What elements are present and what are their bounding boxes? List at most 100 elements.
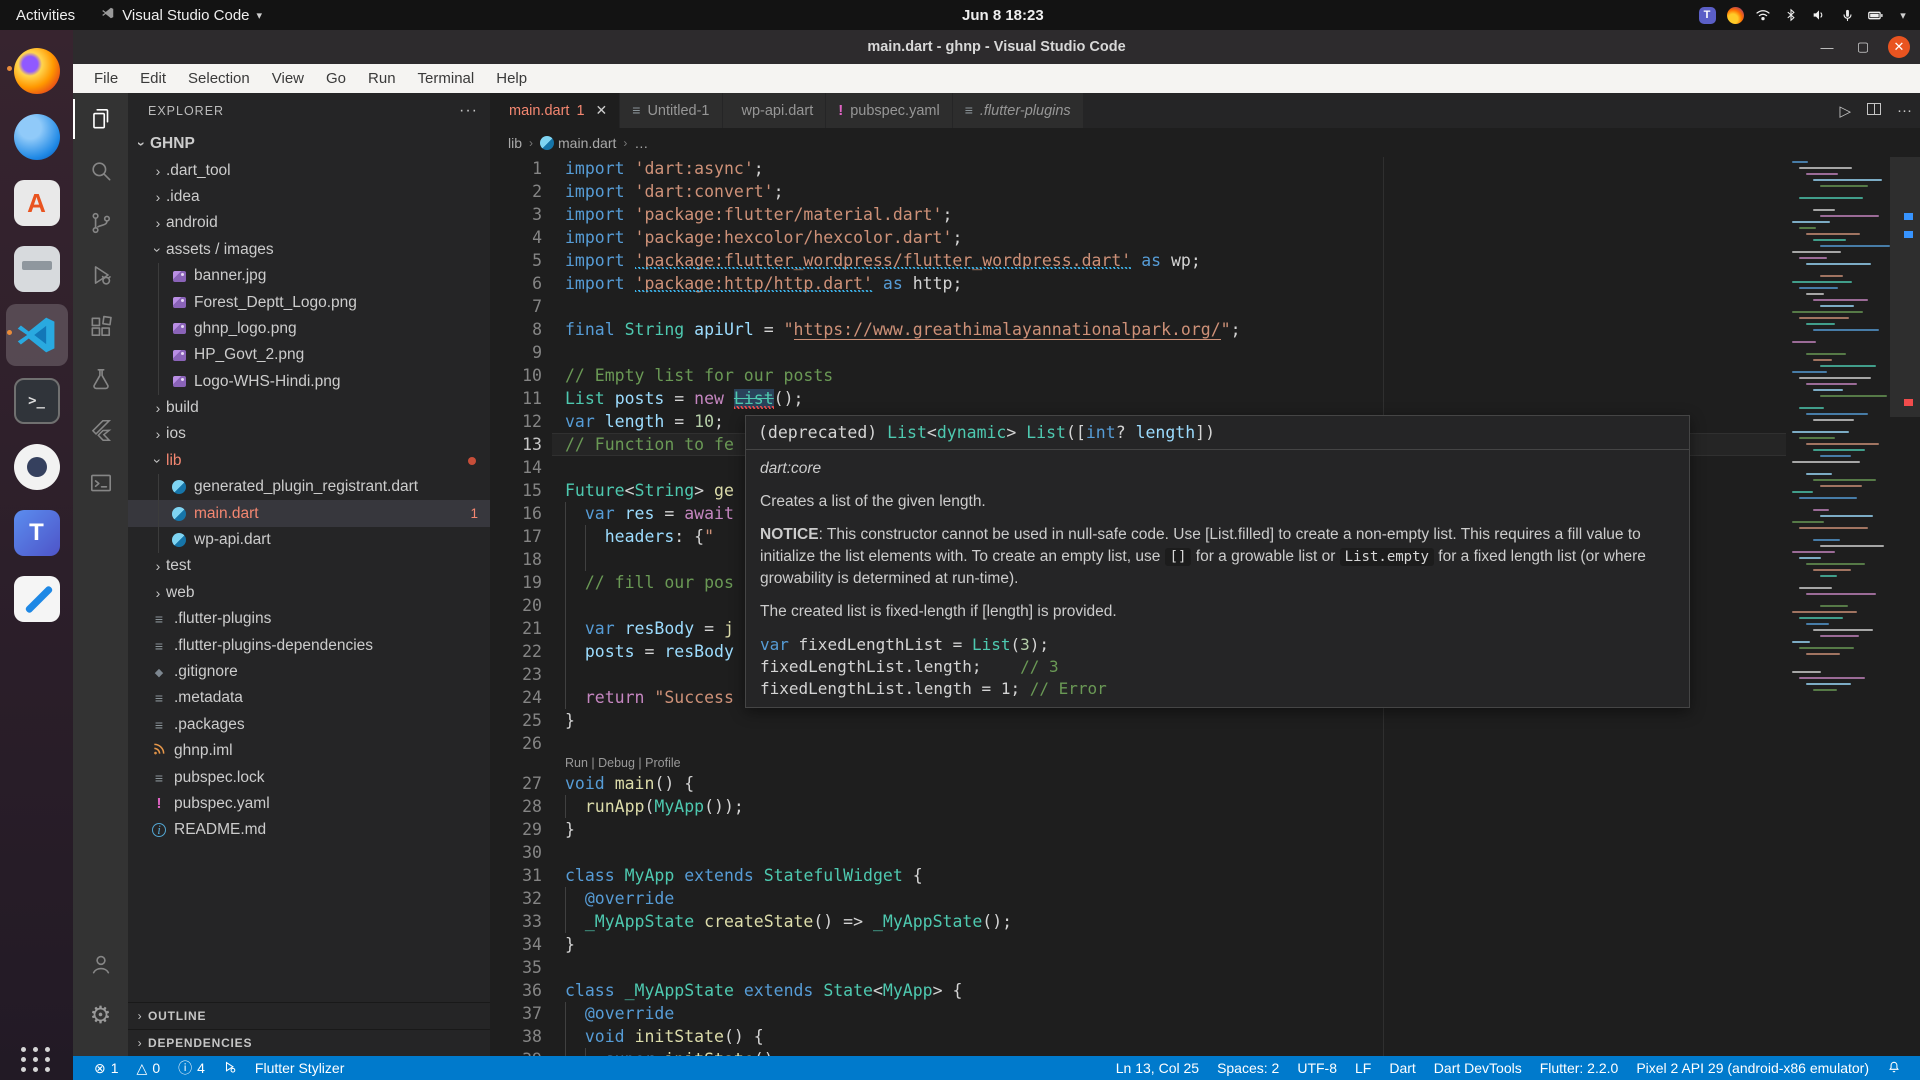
status-lf[interactable]: LF xyxy=(1346,1060,1380,1076)
vscode-dock-icon[interactable] xyxy=(6,304,68,366)
tab--flutter-plugins[interactable]: ≡.flutter-plugins xyxy=(953,93,1084,128)
menu-go[interactable]: Go xyxy=(315,70,357,87)
menu-view[interactable]: View xyxy=(261,70,315,87)
tab-wp-api-dart[interactable]: wp-api.dart xyxy=(723,93,827,128)
code-line-31[interactable]: 31class MyApp extends StatefulWidget { xyxy=(490,864,1920,887)
tree-item-ios[interactable]: ›ios xyxy=(128,421,490,447)
codelens-run-debug-profile[interactable]: Run | Debug | Profile xyxy=(490,755,1920,772)
tree-item--gitignore[interactable]: ◆.gitignore xyxy=(128,659,490,685)
tab-untitled-1[interactable]: ≡Untitled-1 xyxy=(620,93,722,128)
close-tab-icon[interactable]: ✕ xyxy=(596,102,608,119)
window-titlebar[interactable]: main.dart - ghnp - Visual Studio Code — … xyxy=(73,30,1920,64)
status-error[interactable]: ⊗1 xyxy=(85,1056,128,1080)
status-debug[interactable] xyxy=(214,1056,246,1080)
tree-item--flutter-plugins-dependencies[interactable]: ≡.flutter-plugins-dependencies xyxy=(128,632,490,658)
code-line-36[interactable]: 36class _MyAppState extends State<MyApp>… xyxy=(490,979,1920,1002)
tab-pubspec-yaml[interactable]: !pubspec.yaml xyxy=(826,93,952,128)
minimap[interactable] xyxy=(1788,157,1888,1056)
code-line-9[interactable]: 9 xyxy=(490,341,1920,364)
code-line-33[interactable]: 33 _MyAppState createState() => _MyAppSt… xyxy=(490,910,1920,933)
activities-button[interactable]: Activities xyxy=(0,0,91,30)
menu-selection[interactable]: Selection xyxy=(177,70,261,87)
tree-item-ghnp-logo-png[interactable]: ghnp_logo.png xyxy=(128,316,490,342)
status-flutter-2-2-0[interactable]: Flutter: 2.2.0 xyxy=(1531,1060,1628,1076)
tree-item-pubspec-yaml[interactable]: !pubspec.yaml xyxy=(128,791,490,817)
status-dart-devtools[interactable]: Dart DevTools xyxy=(1425,1060,1531,1076)
tree-item-ghnp-iml[interactable]: ghnp.iml xyxy=(128,738,490,764)
menu-terminal[interactable]: Terminal xyxy=(407,70,486,87)
status-flutter-stylizer[interactable]: Flutter Stylizer xyxy=(246,1056,353,1080)
tree-item-build[interactable]: ›build xyxy=(128,395,490,421)
code-line-8[interactable]: 8final String apiUrl = "https://www.grea… xyxy=(490,318,1920,341)
status-ln-13-col-25[interactable]: Ln 13, Col 25 xyxy=(1107,1060,1208,1076)
testing-icon[interactable] xyxy=(73,353,128,405)
flutter-icon[interactable] xyxy=(73,405,128,457)
code-line-2[interactable]: 2import 'dart:convert'; xyxy=(490,180,1920,203)
code-line-30[interactable]: 30 xyxy=(490,841,1920,864)
code-line-7[interactable]: 7 xyxy=(490,295,1920,318)
tree-item--packages[interactable]: ≡.packages xyxy=(128,712,490,738)
code-line-10[interactable]: 10// Empty list for our posts xyxy=(490,364,1920,387)
tree-item-pubspec-lock[interactable]: ≡pubspec.lock xyxy=(128,764,490,790)
run-icon[interactable]: ▷ xyxy=(1839,102,1851,120)
tree-item-android[interactable]: ›android xyxy=(128,210,490,236)
code-line-37[interactable]: 37 @override xyxy=(490,1002,1920,1025)
breadcrumb-item[interactable]: lib xyxy=(508,135,522,151)
chevron-down-icon[interactable]: ▾ xyxy=(1894,6,1912,24)
settings-icon[interactable]: ⚙ xyxy=(73,990,128,1042)
code-line-28[interactable]: 28 runApp(MyApp()); xyxy=(490,795,1920,818)
tree-item-web[interactable]: ›web xyxy=(128,580,490,606)
code-line-39[interactable]: 39 super.initState(); xyxy=(490,1048,1920,1056)
code-line-35[interactable]: 35 xyxy=(490,956,1920,979)
files-dock-icon[interactable] xyxy=(6,238,68,300)
code-line-11[interactable]: 11List posts = new List(); xyxy=(490,387,1920,410)
status-spaces-2[interactable]: Spaces: 2 xyxy=(1208,1060,1288,1076)
system-tray[interactable]: T▾ xyxy=(1698,0,1912,30)
more-actions-icon[interactable]: ··· xyxy=(1897,102,1912,119)
teams-dock-icon[interactable]: T xyxy=(6,502,68,564)
tree-item-readme-md[interactable]: iREADME.md xyxy=(128,817,490,843)
extensions-icon[interactable] xyxy=(73,301,128,353)
menu-help[interactable]: Help xyxy=(485,70,538,87)
status-bell-icon[interactable] xyxy=(1878,1060,1910,1077)
code-line-34[interactable]: 34} xyxy=(490,933,1920,956)
tree-root-ghnp[interactable]: ›GHNP xyxy=(128,131,490,157)
tree-item-wp-api-dart[interactable]: wp-api.dart xyxy=(128,527,490,553)
menu-run[interactable]: Run xyxy=(357,70,407,87)
tree-item--flutter-plugins[interactable]: ≡.flutter-plugins xyxy=(128,606,490,632)
menu-edit[interactable]: Edit xyxy=(129,70,177,87)
explorer-more-actions[interactable]: ··· xyxy=(459,102,478,120)
menu-file[interactable]: File xyxy=(83,70,129,87)
bluetooth-icon[interactable] xyxy=(1782,6,1800,24)
thunderbird-dock-icon[interactable] xyxy=(6,106,68,168)
teams-icon[interactable]: T xyxy=(1698,6,1716,24)
tree-item-test[interactable]: ›test xyxy=(128,553,490,579)
status-pixel-2-api-29-android-x86-emulator-[interactable]: Pixel 2 API 29 (android-x86 emulator) xyxy=(1627,1060,1878,1076)
terminal-dock-icon[interactable]: >_ xyxy=(6,370,68,432)
code-line-3[interactable]: 3import 'package:flutter/material.dart'; xyxy=(490,203,1920,226)
search-icon[interactable] xyxy=(73,145,128,197)
tree-item--idea[interactable]: ›.idea xyxy=(128,184,490,210)
firebase-icon[interactable] xyxy=(1726,6,1744,24)
code-line-27[interactable]: 27void main() { xyxy=(490,772,1920,795)
maximize-button[interactable]: ▢ xyxy=(1852,36,1874,58)
tree-item-forest-deptt-logo-png[interactable]: Forest_Deptt_Logo.png xyxy=(128,289,490,315)
section-outline[interactable]: ›OUTLINE xyxy=(128,1002,490,1029)
focused-app-menu[interactable]: Visual Studio Code ▾ xyxy=(91,6,272,24)
source-control-icon[interactable] xyxy=(73,197,128,249)
help-dock-icon[interactable] xyxy=(6,436,68,498)
tree-item-hp-govt-2-png[interactable]: HP_Govt_2.png xyxy=(128,342,490,368)
tree-item-assets-images[interactable]: ›assets / images xyxy=(128,237,490,263)
status-dart[interactable]: Dart xyxy=(1380,1060,1424,1076)
tree-item-lib[interactable]: ›lib xyxy=(128,448,490,474)
close-button[interactable]: ✕ xyxy=(1888,36,1910,58)
show-applications-icon[interactable] xyxy=(0,1047,73,1072)
account-icon[interactable] xyxy=(73,938,128,990)
status-warning[interactable]: △0 xyxy=(128,1056,170,1080)
tree-item-generated-plugin-registrant-dart[interactable]: generated_plugin_registrant.dart xyxy=(128,474,490,500)
output-icon[interactable] xyxy=(73,457,128,509)
tree-item--metadata[interactable]: ≡.metadata xyxy=(128,685,490,711)
status-utf-8[interactable]: UTF-8 xyxy=(1288,1060,1346,1076)
breadcrumb-item[interactable]: … xyxy=(634,135,648,151)
editor-scrollbar[interactable] xyxy=(1890,157,1920,417)
